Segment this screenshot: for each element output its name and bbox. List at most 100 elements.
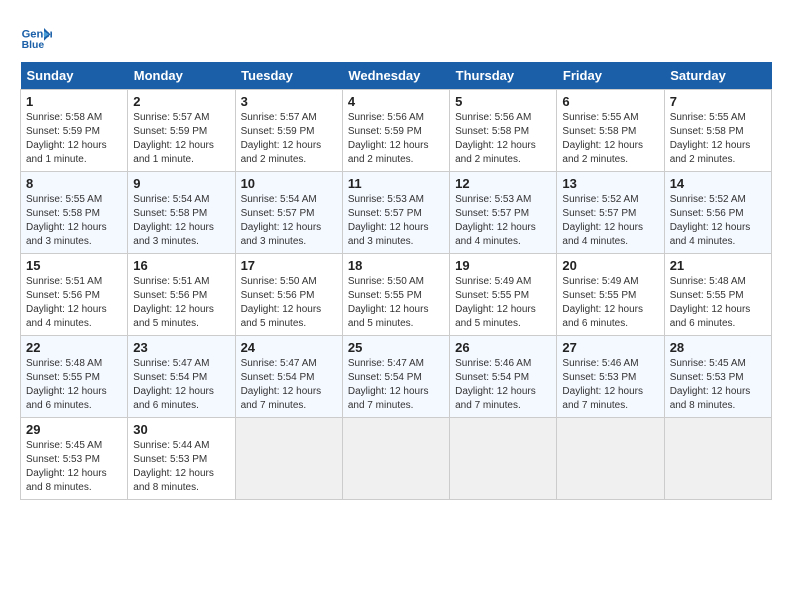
weekday-header: Monday xyxy=(128,62,235,90)
day-info: Sunrise: 5:55 AM Sunset: 5:58 PM Dayligh… xyxy=(26,193,122,249)
logo-icon: General Blue xyxy=(20,20,52,52)
weekday-header: Sunday xyxy=(21,62,128,90)
day-number: 28 xyxy=(670,340,766,355)
table-row: 26 Sunrise: 5:46 AM Sunset: 5:54 PM Dayli… xyxy=(450,336,557,418)
calendar-header: SundayMondayTuesdayWednesdayThursdayFrid… xyxy=(21,62,772,90)
table-row: 8 Sunrise: 5:55 AM Sunset: 5:58 PM Daylig… xyxy=(21,172,128,254)
day-number: 11 xyxy=(348,176,444,191)
day-info: Sunrise: 5:56 AM Sunset: 5:59 PM Dayligh… xyxy=(348,111,444,167)
table-row: 11 Sunrise: 5:53 AM Sunset: 5:57 PM Dayli… xyxy=(342,172,449,254)
table-row: 5 Sunrise: 5:56 AM Sunset: 5:58 PM Daylig… xyxy=(450,90,557,172)
table-row xyxy=(342,418,449,500)
day-info: Sunrise: 5:47 AM Sunset: 5:54 PM Dayligh… xyxy=(241,357,337,413)
svg-text:Blue: Blue xyxy=(22,40,45,51)
table-row: 19 Sunrise: 5:49 AM Sunset: 5:55 PM Dayli… xyxy=(450,254,557,336)
day-number: 7 xyxy=(670,94,766,109)
day-number: 26 xyxy=(455,340,551,355)
page-header: General Blue xyxy=(20,20,772,52)
day-number: 15 xyxy=(26,258,122,273)
day-info: Sunrise: 5:54 AM Sunset: 5:57 PM Dayligh… xyxy=(241,193,337,249)
day-info: Sunrise: 5:45 AM Sunset: 5:53 PM Dayligh… xyxy=(26,439,122,495)
day-info: Sunrise: 5:51 AM Sunset: 5:56 PM Dayligh… xyxy=(26,275,122,331)
table-row: 29 Sunrise: 5:45 AM Sunset: 5:53 PM Dayli… xyxy=(21,418,128,500)
table-row xyxy=(450,418,557,500)
table-row: 22 Sunrise: 5:48 AM Sunset: 5:55 PM Dayli… xyxy=(21,336,128,418)
table-row: 4 Sunrise: 5:56 AM Sunset: 5:59 PM Daylig… xyxy=(342,90,449,172)
day-info: Sunrise: 5:46 AM Sunset: 5:54 PM Dayligh… xyxy=(455,357,551,413)
day-info: Sunrise: 5:44 AM Sunset: 5:53 PM Dayligh… xyxy=(133,439,229,495)
table-row: 23 Sunrise: 5:47 AM Sunset: 5:54 PM Dayli… xyxy=(128,336,235,418)
table-row: 14 Sunrise: 5:52 AM Sunset: 5:56 PM Dayli… xyxy=(664,172,771,254)
table-row: 13 Sunrise: 5:52 AM Sunset: 5:57 PM Dayli… xyxy=(557,172,664,254)
day-info: Sunrise: 5:51 AM Sunset: 5:56 PM Dayligh… xyxy=(133,275,229,331)
day-info: Sunrise: 5:48 AM Sunset: 5:55 PM Dayligh… xyxy=(26,357,122,413)
table-row: 27 Sunrise: 5:46 AM Sunset: 5:53 PM Dayli… xyxy=(557,336,664,418)
day-number: 12 xyxy=(455,176,551,191)
day-number: 19 xyxy=(455,258,551,273)
day-info: Sunrise: 5:55 AM Sunset: 5:58 PM Dayligh… xyxy=(562,111,658,167)
day-info: Sunrise: 5:49 AM Sunset: 5:55 PM Dayligh… xyxy=(562,275,658,331)
table-row xyxy=(664,418,771,500)
table-row: 15 Sunrise: 5:51 AM Sunset: 5:56 PM Dayli… xyxy=(21,254,128,336)
weekday-header: Wednesday xyxy=(342,62,449,90)
day-number: 9 xyxy=(133,176,229,191)
day-number: 16 xyxy=(133,258,229,273)
day-info: Sunrise: 5:54 AM Sunset: 5:58 PM Dayligh… xyxy=(133,193,229,249)
weekday-header: Thursday xyxy=(450,62,557,90)
day-info: Sunrise: 5:58 AM Sunset: 5:59 PM Dayligh… xyxy=(26,111,122,167)
day-number: 1 xyxy=(26,94,122,109)
table-row: 20 Sunrise: 5:49 AM Sunset: 5:55 PM Dayli… xyxy=(557,254,664,336)
day-info: Sunrise: 5:47 AM Sunset: 5:54 PM Dayligh… xyxy=(133,357,229,413)
day-info: Sunrise: 5:50 AM Sunset: 5:56 PM Dayligh… xyxy=(241,275,337,331)
day-info: Sunrise: 5:46 AM Sunset: 5:53 PM Dayligh… xyxy=(562,357,658,413)
day-number: 24 xyxy=(241,340,337,355)
day-info: Sunrise: 5:52 AM Sunset: 5:56 PM Dayligh… xyxy=(670,193,766,249)
table-row: 17 Sunrise: 5:50 AM Sunset: 5:56 PM Dayli… xyxy=(235,254,342,336)
table-row: 16 Sunrise: 5:51 AM Sunset: 5:56 PM Dayli… xyxy=(128,254,235,336)
day-number: 3 xyxy=(241,94,337,109)
day-info: Sunrise: 5:57 AM Sunset: 5:59 PM Dayligh… xyxy=(133,111,229,167)
weekday-header: Tuesday xyxy=(235,62,342,90)
day-info: Sunrise: 5:47 AM Sunset: 5:54 PM Dayligh… xyxy=(348,357,444,413)
table-row: 18 Sunrise: 5:50 AM Sunset: 5:55 PM Dayli… xyxy=(342,254,449,336)
day-info: Sunrise: 5:53 AM Sunset: 5:57 PM Dayligh… xyxy=(348,193,444,249)
day-number: 27 xyxy=(562,340,658,355)
day-number: 23 xyxy=(133,340,229,355)
table-row: 30 Sunrise: 5:44 AM Sunset: 5:53 PM Dayli… xyxy=(128,418,235,500)
weekday-header: Friday xyxy=(557,62,664,90)
day-info: Sunrise: 5:56 AM Sunset: 5:58 PM Dayligh… xyxy=(455,111,551,167)
day-info: Sunrise: 5:48 AM Sunset: 5:55 PM Dayligh… xyxy=(670,275,766,331)
table-row: 6 Sunrise: 5:55 AM Sunset: 5:58 PM Daylig… xyxy=(557,90,664,172)
table-row xyxy=(235,418,342,500)
day-number: 6 xyxy=(562,94,658,109)
day-number: 2 xyxy=(133,94,229,109)
day-number: 29 xyxy=(26,422,122,437)
day-info: Sunrise: 5:50 AM Sunset: 5:55 PM Dayligh… xyxy=(348,275,444,331)
day-number: 14 xyxy=(670,176,766,191)
day-number: 22 xyxy=(26,340,122,355)
day-info: Sunrise: 5:49 AM Sunset: 5:55 PM Dayligh… xyxy=(455,275,551,331)
day-number: 5 xyxy=(455,94,551,109)
day-info: Sunrise: 5:57 AM Sunset: 5:59 PM Dayligh… xyxy=(241,111,337,167)
day-number: 8 xyxy=(26,176,122,191)
day-info: Sunrise: 5:45 AM Sunset: 5:53 PM Dayligh… xyxy=(670,357,766,413)
day-number: 13 xyxy=(562,176,658,191)
day-number: 30 xyxy=(133,422,229,437)
day-number: 17 xyxy=(241,258,337,273)
table-row: 9 Sunrise: 5:54 AM Sunset: 5:58 PM Daylig… xyxy=(128,172,235,254)
day-number: 10 xyxy=(241,176,337,191)
table-row: 28 Sunrise: 5:45 AM Sunset: 5:53 PM Dayli… xyxy=(664,336,771,418)
table-row: 7Sunrise: 5:55 AM Sunset: 5:58 PM Daylig… xyxy=(664,90,771,172)
day-info: Sunrise: 5:52 AM Sunset: 5:57 PM Dayligh… xyxy=(562,193,658,249)
calendar-table: SundayMondayTuesdayWednesdayThursdayFrid… xyxy=(20,62,772,500)
day-info: Sunrise: 5:53 AM Sunset: 5:57 PM Dayligh… xyxy=(455,193,551,249)
day-number: 4 xyxy=(348,94,444,109)
table-row: 3 Sunrise: 5:57 AM Sunset: 5:59 PM Daylig… xyxy=(235,90,342,172)
day-number: 20 xyxy=(562,258,658,273)
day-number: 21 xyxy=(670,258,766,273)
day-number: 18 xyxy=(348,258,444,273)
logo: General Blue xyxy=(20,20,56,52)
table-row: 12 Sunrise: 5:53 AM Sunset: 5:57 PM Dayli… xyxy=(450,172,557,254)
table-row: 1 Sunrise: 5:58 AM Sunset: 5:59 PM Daylig… xyxy=(21,90,128,172)
day-number: 25 xyxy=(348,340,444,355)
